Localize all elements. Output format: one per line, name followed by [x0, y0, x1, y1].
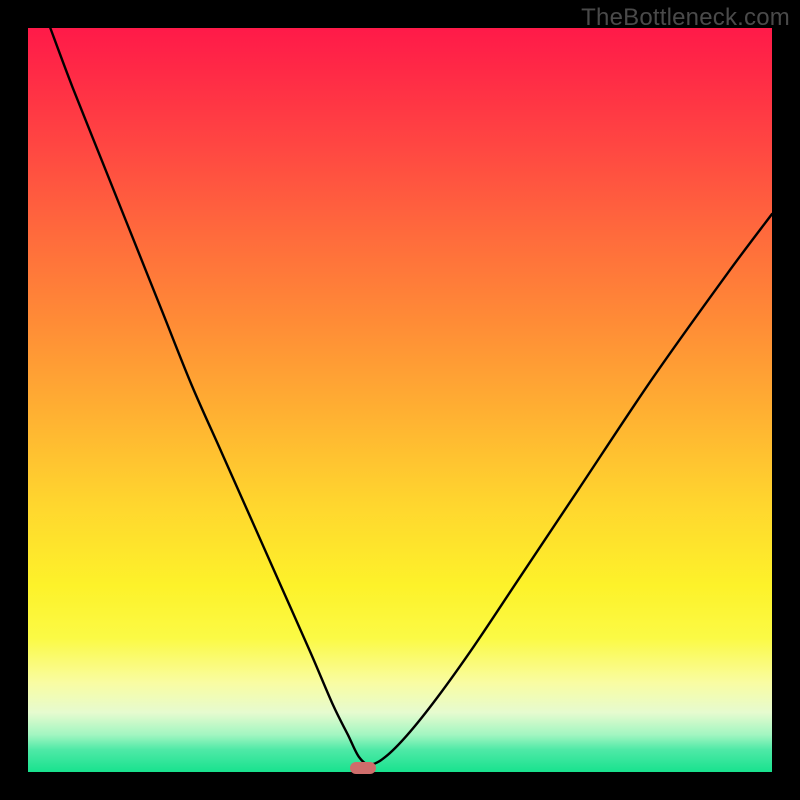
chart-frame: TheBottleneck.com: [0, 0, 800, 800]
minimum-marker: [350, 762, 376, 774]
bottleneck-curve: [50, 28, 772, 765]
curve-svg: [28, 28, 772, 772]
plot-area: [28, 28, 772, 772]
